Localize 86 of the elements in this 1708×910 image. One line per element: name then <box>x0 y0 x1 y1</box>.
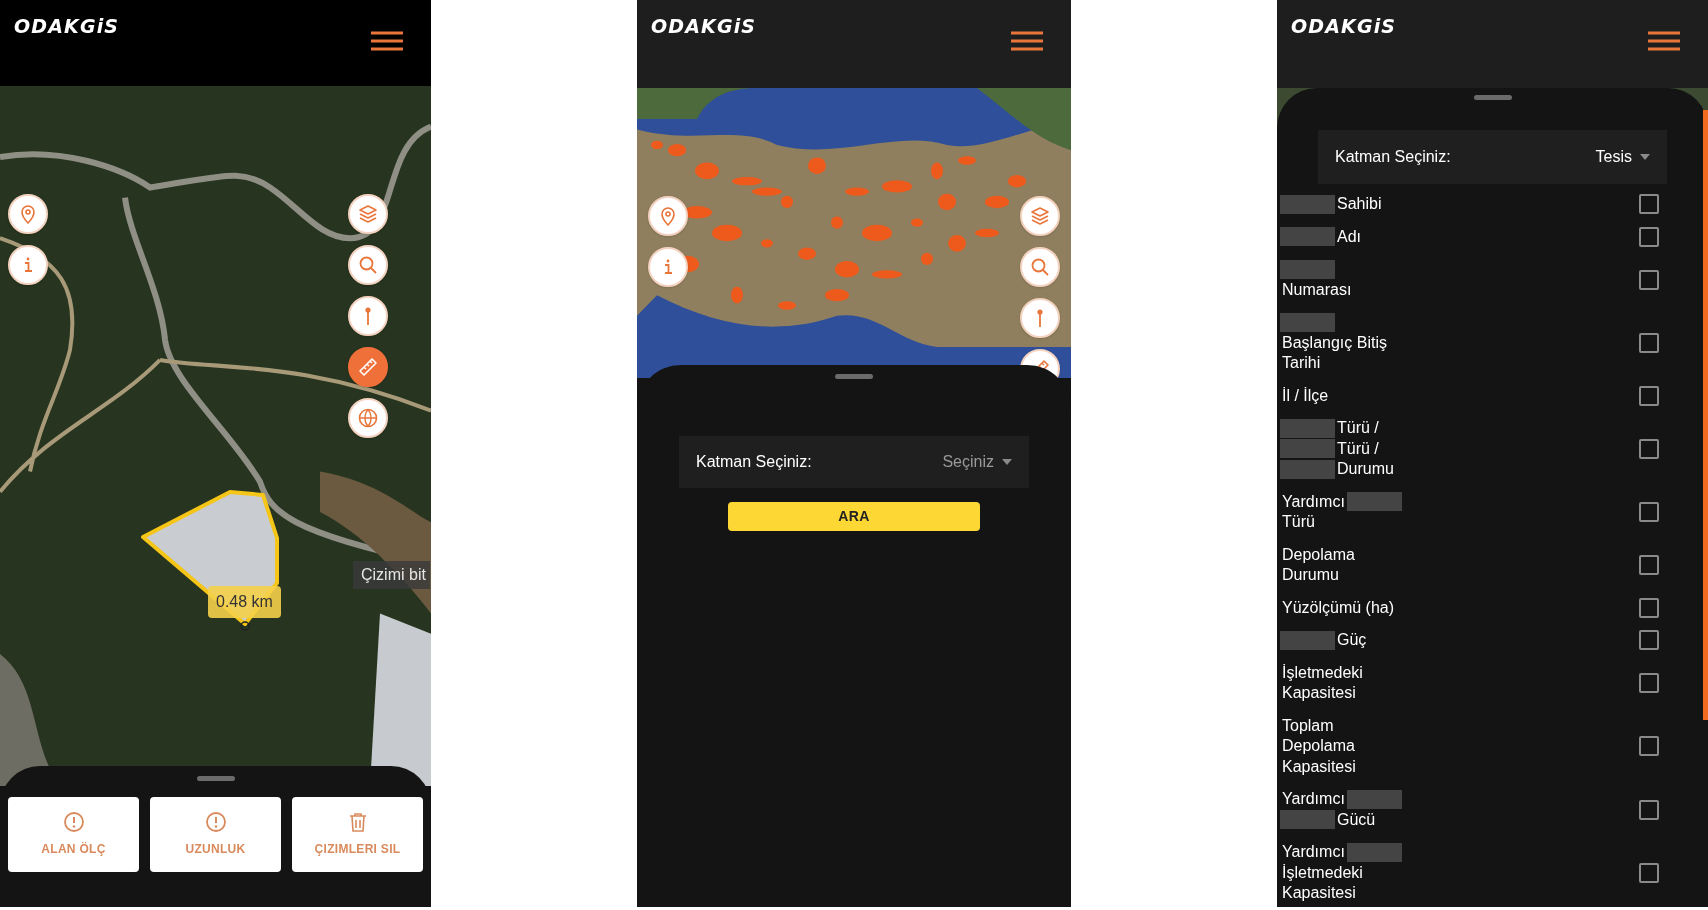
app-logo: ODAKGiS <box>14 14 120 38</box>
field-label: Adı <box>1336 226 1362 247</box>
search-icon <box>358 255 378 275</box>
field-label: Durumu <box>1281 565 1340 585</box>
field-label: Güç <box>1336 630 1368 650</box>
field-label: Türü / <box>1336 418 1380 438</box>
redaction-bar <box>1280 810 1335 830</box>
redaction-bar <box>1280 194 1335 214</box>
search-submit-button[interactable]: ARA <box>728 502 980 531</box>
pin-icon <box>658 206 678 226</box>
checkbox[interactable] <box>1639 438 1659 459</box>
alert-icon <box>63 811 84 832</box>
redaction-bar <box>1280 312 1335 332</box>
redaction-bar <box>1346 492 1402 512</box>
field-label: Başlangıç Bitiş <box>1281 332 1388 353</box>
field-label: Toplam <box>1281 715 1335 736</box>
field-label: İşletmedeki <box>1281 862 1364 883</box>
ruler-icon <box>358 357 378 377</box>
redaction-bar <box>1346 789 1402 809</box>
field-label: Yardımcı <box>1281 789 1346 809</box>
field-label: Tarihi <box>1281 353 1322 373</box>
redaction-bar <box>1280 418 1335 438</box>
menu-button[interactable] <box>1648 30 1680 52</box>
menu-icon <box>371 30 403 52</box>
select-value: Tesis <box>1595 147 1632 167</box>
field-label: İşletmedeki <box>1281 662 1364 683</box>
search-icon <box>1030 257 1050 277</box>
field-label: Türü <box>1281 512 1316 532</box>
caret-icon <box>1640 154 1650 160</box>
field-label: İl / İlçe <box>1281 385 1330 406</box>
field-label: Yardımcı <box>1281 842 1346 862</box>
drag-handle[interactable] <box>835 374 873 379</box>
redaction-bar <box>1280 459 1335 479</box>
caret-icon <box>1002 459 1012 465</box>
layer-select[interactable]: Katman Seçiniz: Tesis <box>1318 130 1667 184</box>
field-label: Kapasitesi <box>1281 883 1357 903</box>
trash-icon <box>347 811 368 832</box>
select-label: Katman Seçiniz: <box>1335 147 1451 167</box>
checkbox[interactable] <box>1639 385 1659 406</box>
map-tooltip: Çizimi bit <box>353 561 430 589</box>
field-label: Kapasitesi <box>1281 756 1357 777</box>
field-label: Depolama <box>1281 736 1356 756</box>
measurement-label: 0.48 km <box>208 586 281 618</box>
checkbox[interactable] <box>1639 226 1659 247</box>
checkbox[interactable] <box>1639 673 1659 693</box>
select-value: Seçiniz <box>942 452 994 472</box>
redaction-bar <box>1280 227 1335 247</box>
checkbox[interactable] <box>1639 736 1659 757</box>
drag-handle[interactable] <box>196 776 235 781</box>
app-logo: ODAKGiS <box>1291 14 1397 38</box>
drag-handle[interactable] <box>1473 95 1512 100</box>
checkbox[interactable] <box>1639 799 1659 820</box>
field-label: Sahibi <box>1336 194 1383 214</box>
redaction-bar <box>1280 259 1335 279</box>
menu-icon <box>1011 30 1043 52</box>
pin-icon <box>18 204 38 224</box>
scrollbar[interactable] <box>1703 110 1708 720</box>
menu-button[interactable] <box>1011 30 1043 52</box>
layers-icon <box>358 204 378 224</box>
field-label: Yüzölçümü (ha) <box>1281 597 1396 618</box>
select-label: Katman Seçiniz: <box>696 452 812 472</box>
field-label: Kapasitesi <box>1281 683 1357 703</box>
checkbox[interactable] <box>1639 269 1659 290</box>
field-label: Türü / <box>1336 438 1380 459</box>
alert-icon <box>205 811 226 832</box>
redaction-bar <box>1346 842 1402 862</box>
layers-icon <box>1030 206 1050 226</box>
redaction-bar <box>1280 439 1335 459</box>
checkbox[interactable] <box>1639 502 1659 522</box>
field-label: Durumu <box>1336 459 1395 479</box>
globe-icon <box>358 408 378 428</box>
layer-select[interactable]: Katman Seçiniz: Seçiniz <box>679 436 1029 488</box>
checkbox[interactable] <box>1639 630 1659 651</box>
field-label: Gücü <box>1336 809 1377 830</box>
field-label: Numarası <box>1281 279 1353 300</box>
menu-button[interactable] <box>371 30 403 52</box>
checkbox[interactable] <box>1639 194 1659 215</box>
field-label: Yardımcı <box>1281 491 1346 512</box>
app-logo: ODAKGiS <box>651 14 757 38</box>
checkbox[interactable] <box>1639 332 1659 353</box>
field-label: Depolama <box>1281 544 1356 565</box>
checkbox[interactable] <box>1639 555 1659 575</box>
redaction-bar <box>1280 630 1335 650</box>
menu-icon <box>1648 30 1680 52</box>
checkbox[interactable] <box>1639 597 1659 618</box>
checkbox[interactable] <box>1639 862 1659 883</box>
